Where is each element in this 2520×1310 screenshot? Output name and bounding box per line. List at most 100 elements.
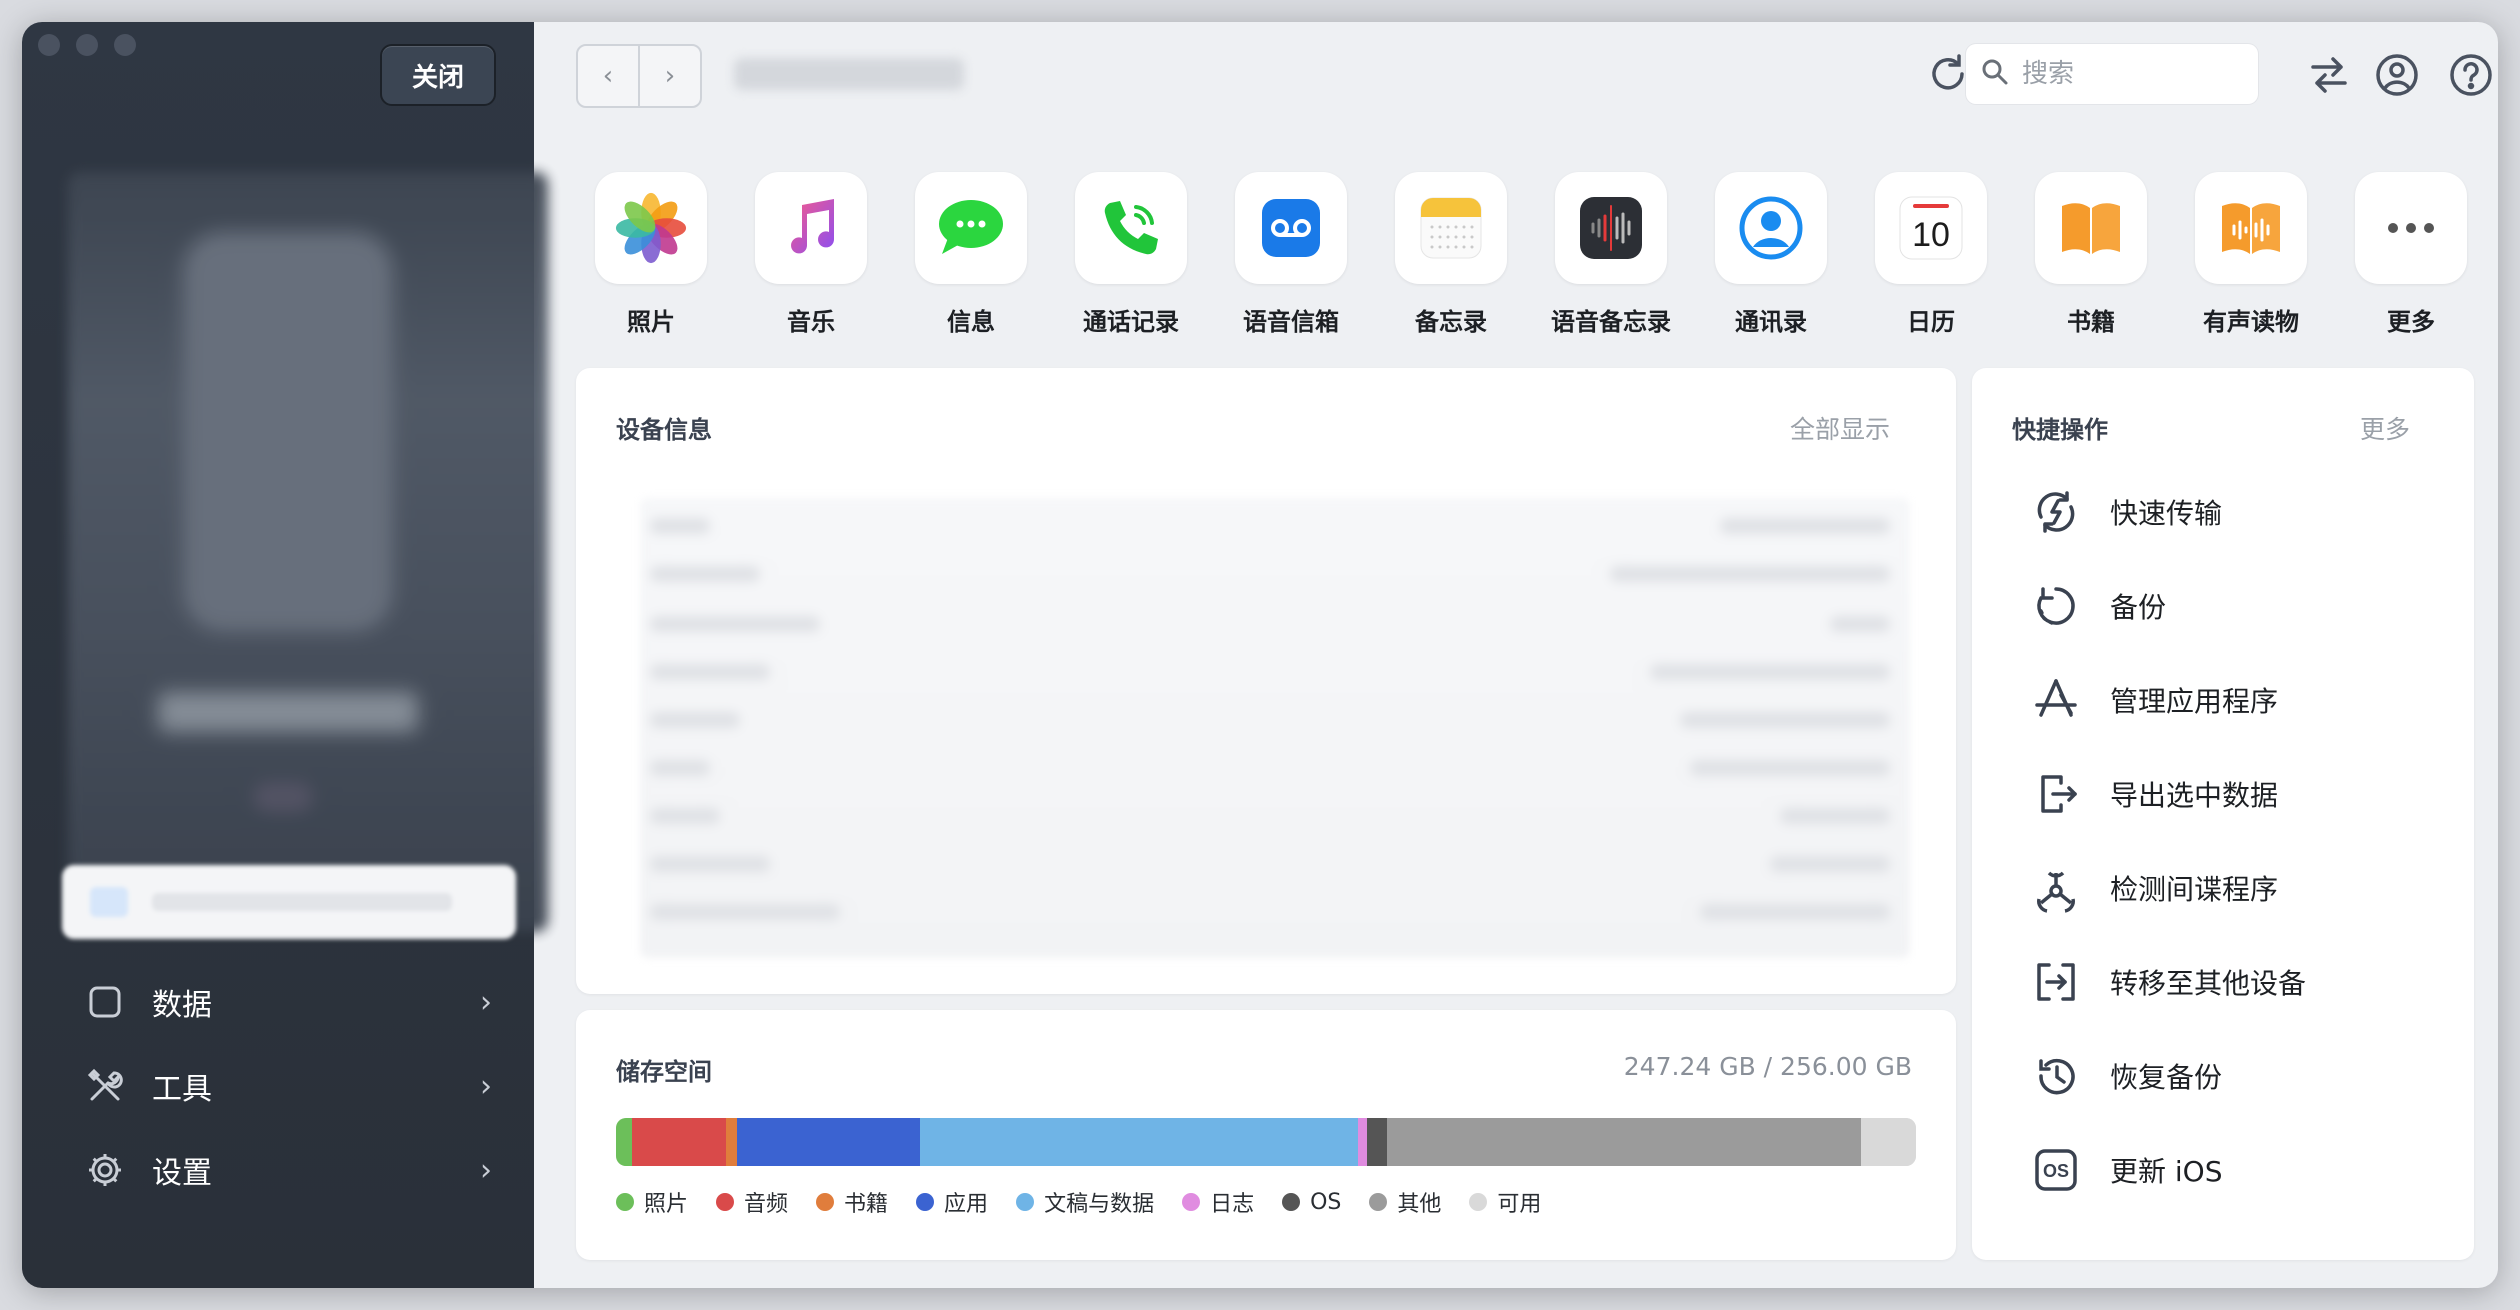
transfer-icon[interactable] <box>2304 50 2354 100</box>
legend-dot <box>716 1193 735 1211</box>
quick-actions-title: 快捷操作 <box>2012 416 2108 444</box>
storage-segment <box>1367 1118 1387 1166</box>
svg-text:OS: OS <box>2043 1161 2069 1181</box>
quick-action-label: 管理应用程序 <box>2110 685 2279 718</box>
restore-icon <box>2028 1048 2084 1104</box>
quick-action-label: 恢复备份 <box>2110 1061 2223 1094</box>
minimize-window-button[interactable] <box>76 34 98 56</box>
main-content: ‹ › 搜索 照片 音乐 信息 通话记录 语音信箱 备忘录 语音备忘录 通讯录 … <box>534 22 2498 1288</box>
ios-icon: OS <box>2028 1142 2084 1198</box>
app-books[interactable]: 书籍 <box>2016 172 2166 337</box>
device-item-label <box>152 893 452 911</box>
device-name <box>158 692 418 732</box>
help-icon[interactable] <box>2446 50 2496 100</box>
search-input[interactable] <box>2020 58 2244 90</box>
app-notes[interactable]: 备忘录 <box>1376 172 1526 337</box>
storage-segment <box>631 1118 727 1166</box>
legend-item: OS <box>1282 1186 1341 1218</box>
legend-label: 照片 <box>644 1192 689 1217</box>
quick-action-quick-transfer[interactable]: 快速传输 <box>2028 482 2448 542</box>
quick-action-label: 转移至其他设备 <box>2110 967 2307 1000</box>
device-info-title: 设备信息 <box>616 416 712 444</box>
app-label: 日历 <box>1907 308 1955 336</box>
app-more[interactable]: 更多 <box>2336 172 2486 337</box>
window-controls <box>38 34 136 56</box>
notes-icon <box>1395 172 1507 284</box>
phone-icon <box>1075 172 1187 284</box>
gear-icon <box>82 1147 128 1193</box>
back-button[interactable]: ‹ <box>578 46 640 106</box>
backup-icon <box>2028 578 2084 634</box>
search-icon <box>1980 57 2020 91</box>
close-window-button[interactable] <box>38 34 60 56</box>
sidebar-item-label: 数据 <box>152 988 212 1023</box>
app-label: 备忘录 <box>1415 308 1487 336</box>
quick-action-detect-spyware[interactable]: 检测间谍程序 <box>2028 858 2448 918</box>
sidebar-item-tools[interactable]: 工具 › <box>82 1056 502 1116</box>
quick-action-label: 检测间谍程序 <box>2110 873 2279 906</box>
app-photos[interactable]: 照片 <box>576 172 726 337</box>
page-title <box>734 58 964 90</box>
device-status <box>253 782 313 812</box>
quick-action-export-data[interactable]: 导出选中数据 <box>2028 764 2448 824</box>
quick-action-transfer-device[interactable]: 转移至其他设备 <box>2028 952 2448 1012</box>
sidebar-item-settings[interactable]: 设置 › <box>82 1140 502 1200</box>
sidebar: 关闭 数据 › 工具 › 设置 › <box>22 22 548 1288</box>
storage-legend: 照片 音频 书籍 应用 文稿与数据 日志 OS 其他 可用 <box>616 1186 1569 1218</box>
photos-icon <box>595 172 707 284</box>
app-label: 信息 <box>947 308 995 336</box>
legend-label: 音频 <box>744 1192 789 1217</box>
app-store-icon <box>2028 672 2084 728</box>
app-messages[interactable]: 信息 <box>896 172 1046 337</box>
storage-usage: 247.24 GB / 256.00 GB <box>1623 1052 1912 1081</box>
legend-dot <box>816 1193 835 1211</box>
quick-action-label: 更新 iOS <box>2110 1155 2223 1188</box>
app-audiobooks[interactable]: 有声读物 <box>2176 172 2326 337</box>
app-label: 更多 <box>2387 308 2435 336</box>
app-window: 关闭 数据 › 工具 › 设置 › ‹ › 搜索 照片 音乐 信息 通话记录 语… <box>22 22 2498 1288</box>
app-voicemail[interactable]: 语音信箱 <box>1216 172 1366 337</box>
legend-dot <box>1016 1193 1035 1211</box>
legend-item: 音频 <box>716 1186 788 1218</box>
legend-dot <box>1369 1193 1388 1211</box>
app-shortcuts: 照片 音乐 信息 通话记录 语音信箱 备忘录 语音备忘录 通讯录 10 日历 书… <box>576 172 2498 372</box>
legend-item: 书籍 <box>816 1186 888 1218</box>
forward-button[interactable]: › <box>640 46 700 106</box>
app-contacts[interactable]: 通讯录 <box>1696 172 1846 337</box>
legend-item: 应用 <box>916 1186 988 1218</box>
show-all-link[interactable]: 全部显示 <box>1790 410 1890 446</box>
app-label: 通讯录 <box>1735 308 1807 336</box>
app-voice-memos[interactable]: 语音备忘录 <box>1536 172 1686 337</box>
legend-label: 日志 <box>1210 1192 1255 1217</box>
more-link[interactable]: 更多 <box>2360 410 2410 446</box>
legend-label: 应用 <box>944 1192 989 1217</box>
sidebar-item-label: 工具 <box>152 1072 212 1107</box>
sidebar-item-device[interactable] <box>62 865 516 939</box>
app-label: 书籍 <box>2067 308 2115 336</box>
legend-dot <box>616 1193 634 1211</box>
legend-label: OS <box>1310 1189 1342 1215</box>
close-button[interactable]: 关闭 <box>380 44 496 106</box>
quick-action-manage-apps[interactable]: 管理应用程序 <box>2028 670 2448 730</box>
account-icon[interactable] <box>2372 50 2422 100</box>
app-label: 有声读物 <box>2203 308 2299 336</box>
storage-card: 储存空间 247.24 GB / 256.00 GB 照片 音频 书籍 应用 文稿与数据… <box>576 1010 1956 1260</box>
quick-action-update-ios[interactable]: OS 更新 iOS <box>2028 1140 2448 1200</box>
device-info-card: 设备信息 全部显示 <box>576 368 1956 994</box>
quick-action-backup[interactable]: 备份 <box>2028 576 2448 636</box>
search-box[interactable] <box>1966 44 2258 104</box>
zoom-window-button[interactable] <box>114 34 136 56</box>
app-call-history[interactable]: 通话记录 <box>1056 172 1206 337</box>
biohazard-icon <box>2028 860 2084 916</box>
app-calendar[interactable]: 10 日历 <box>1856 172 2006 337</box>
app-music[interactable]: 音乐 <box>736 172 886 337</box>
legend-item: 日志 <box>1182 1186 1254 1218</box>
storage-segment <box>1386 1118 1862 1166</box>
history-navigation: ‹ › <box>576 44 702 108</box>
quick-action-restore-backup[interactable]: 恢复备份 <box>2028 1046 2448 1106</box>
quick-action-label: 导出选中数据 <box>2110 779 2279 812</box>
device-image <box>183 232 393 632</box>
legend-item: 可用 <box>1469 1186 1541 1218</box>
sidebar-item-data[interactable]: 数据 › <box>82 972 502 1032</box>
storage-bar <box>616 1118 1916 1166</box>
